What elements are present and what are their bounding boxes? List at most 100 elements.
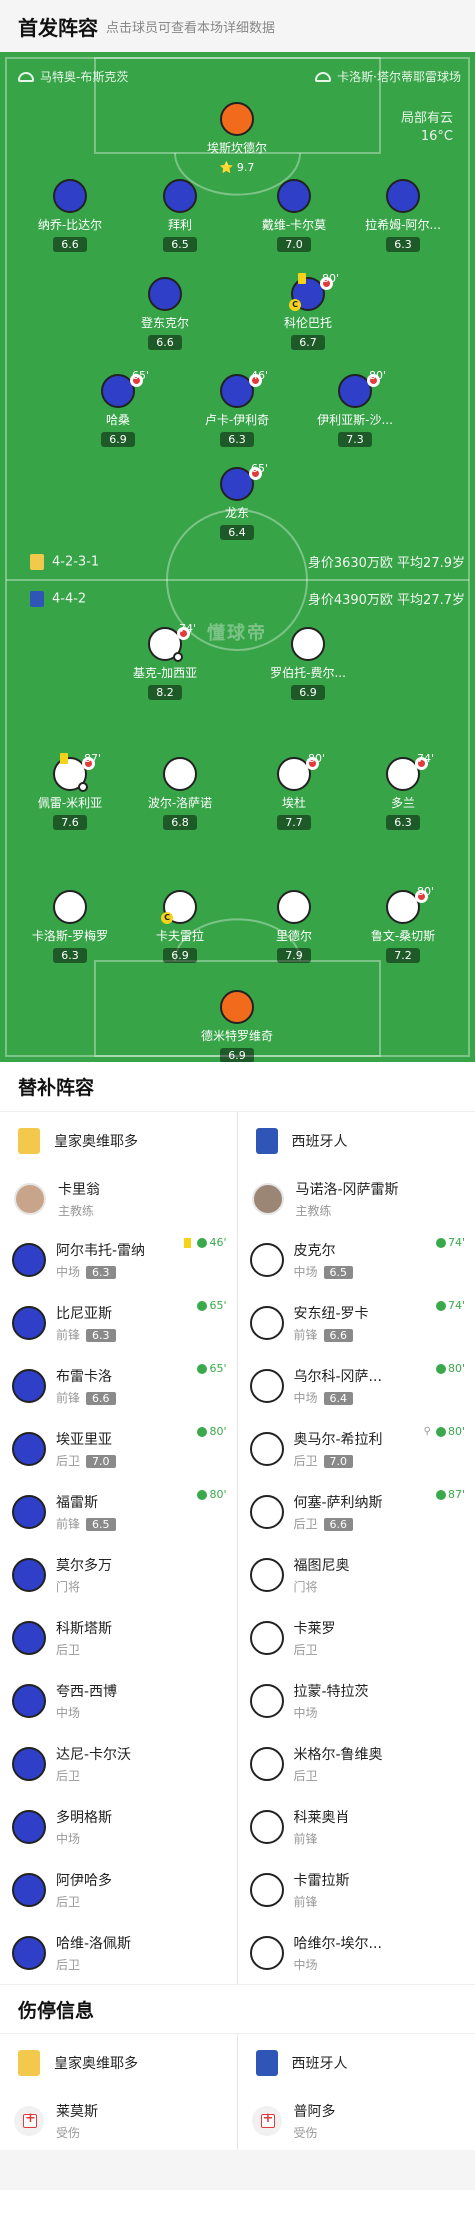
player-away-7[interactable]: C 卡夫雷拉 6.9: [120, 890, 240, 963]
sub-player-row[interactable]: 多明格斯 中场: [0, 1795, 237, 1858]
player-away-6[interactable]: 卡洛斯-罗梅罗 6.3: [10, 890, 130, 963]
player-name: 哈桑: [105, 413, 130, 427]
player-home-2[interactable]: 拜利 6.5: [120, 179, 240, 252]
sub-player-row[interactable]: 哈维尔-埃尔... 中场: [238, 1921, 475, 1984]
sub-player-row[interactable]: 拉蒙-特拉茨 中场: [238, 1669, 475, 1732]
player-home-1[interactable]: 纳乔-比达尔 6.6: [10, 179, 130, 252]
player-away-4[interactable]: 80' 埃杜 7.7: [234, 752, 354, 830]
coach-avatar: [14, 1183, 46, 1215]
sub-player-row[interactable]: 卡莱罗 后卫: [238, 1606, 475, 1669]
sub-player-row[interactable]: 达尼-卡尔沃 后卫: [0, 1732, 237, 1795]
player-name: 龙东: [224, 506, 249, 520]
injured-player-name: 莱莫斯: [56, 2104, 98, 2120]
player-home-4[interactable]: 拉希姆-阿尔... 6.3: [343, 179, 463, 252]
sub-player-row[interactable]: 乌尔科-冈萨... 中场 6.4 80': [238, 1354, 475, 1417]
away-team-name: 西班牙人: [291, 1134, 348, 1150]
sub-player-row[interactable]: 哈维-洛佩斯 后卫: [0, 1921, 237, 1984]
home-team-row[interactable]: 皇家奥维耶多: [0, 1112, 237, 1170]
player-away-8[interactable]: 里德尔 7.9: [234, 890, 354, 963]
player-away-1[interactable]: 罗伯托-费尔... 6.9: [248, 627, 368, 700]
sub-player-name: 乌尔科-冈萨...: [293, 1368, 382, 1385]
sub-player-row[interactable]: 科斯塔斯 后卫: [0, 1606, 237, 1669]
player-home-5[interactable]: 登东克尔 6.6: [105, 277, 225, 350]
injury-item[interactable]: 莱莫斯 受伤: [0, 2092, 237, 2150]
sub-player-row[interactable]: 莫尔多万 门将: [0, 1543, 237, 1606]
sub-player-row[interactable]: 阿尔韦托-雷纳 中场 6.3 46': [0, 1228, 237, 1291]
player-away-2[interactable]: 87' 佩雷-米利亚 7.6: [10, 752, 130, 830]
sub-player-row[interactable]: 阿伊哈多 后卫: [0, 1858, 237, 1921]
player-home-3[interactable]: 戴维-卡尔莫 7.0: [234, 179, 354, 252]
player-home-10[interactable]: 65' 龙东 6.4: [177, 462, 297, 540]
player-kit: [249, 1242, 284, 1277]
sub-player-position: 前锋: [293, 1327, 318, 1342]
sub-player-name: 科斯塔斯: [56, 1620, 112, 1637]
sub-player-position: 后卫: [56, 1894, 81, 1909]
sub-minute: 46': [251, 369, 269, 382]
sub-player-rating: 6.5: [86, 1517, 116, 1531]
sub-player-position: 前锋: [56, 1327, 81, 1342]
sub-player-position: 后卫: [293, 1516, 318, 1531]
away-coach[interactable]: 马诺洛-冈萨雷斯 主教练: [238, 1170, 475, 1228]
sub-player-info: 科莱奥肖 前锋: [294, 1807, 350, 1847]
sub-in-indicator: ⚲ 80': [424, 1425, 465, 1438]
player-away-10[interactable]: 德米特罗维奇 6.9: [177, 990, 297, 1062]
player-home-6[interactable]: C 80' 科伦巴托 6.7: [248, 272, 368, 350]
sub-player-row[interactable]: 何塞-萨利纳斯 后卫 6.6 87': [238, 1480, 475, 1543]
away-formation-row: 4-4-2 身价4390万欧 平均27.7岁: [30, 589, 465, 608]
sub-player-position: 门将: [56, 1579, 81, 1594]
sub-player-row[interactable]: 埃亚里亚 后卫 7.0 80': [0, 1417, 237, 1480]
player-kit: [12, 1872, 46, 1907]
sub-in-icon: [197, 1363, 208, 1374]
player-away-0[interactable]: 74' 基克-加西亚 8.2: [105, 622, 225, 700]
sub-player-info: 米格尔-鲁维奥 后卫: [294, 1744, 383, 1784]
player-name: 埃斯坎德尔: [206, 141, 267, 155]
sub-player-info: 福雷斯 前锋 6.5: [56, 1492, 116, 1532]
player-name: 埃杜: [281, 796, 306, 810]
player-kit: [163, 757, 197, 791]
sub-player-row[interactable]: 卡雷拉斯 前锋: [238, 1858, 475, 1921]
away-team-row[interactable]: 西班牙人: [238, 1112, 475, 1170]
sub-in-icon: [197, 1237, 208, 1248]
player-kit: [249, 1872, 284, 1907]
sub-player-row[interactable]: 安东纽-罗卡 前锋 6.6 74': [238, 1291, 475, 1354]
sub-player-row[interactable]: 福雷斯 前锋 6.5 80': [0, 1480, 237, 1543]
sub-player-name: 拉蒙-特拉茨: [293, 1683, 369, 1700]
sub-player-name: 何塞-萨利纳斯: [293, 1494, 383, 1511]
sub-player-name: 奥马尔-希拉利: [293, 1431, 383, 1448]
sub-player-row[interactable]: 夸西-西博 中场: [0, 1669, 237, 1732]
sub-player-name: 布雷卡洛: [56, 1368, 112, 1385]
player-home-7[interactable]: 65' 哈桑 6.9: [58, 369, 178, 447]
player-kit: [12, 1368, 46, 1403]
sub-minute: 80': [322, 272, 340, 285]
player-rating: 7.6: [53, 815, 87, 830]
player-away-9[interactable]: 80' 鲁文-桑切斯 7.2: [343, 885, 463, 963]
injury-item[interactable]: 普阿多 受伤: [238, 2092, 475, 2150]
player-name: 纳乔-比达尔: [37, 218, 103, 232]
player-name: 登东克尔: [140, 316, 189, 330]
home-coach[interactable]: 卡里翁 主教练: [0, 1170, 237, 1228]
sub-player-info: 乌尔科-冈萨... 中场 6.4: [294, 1366, 382, 1406]
sub-in-icon: [435, 1363, 446, 1374]
player-away-3[interactable]: 波尔-洛萨诺 6.8: [120, 757, 240, 830]
player-home-8[interactable]: 46' 卢卡-伊利奇 6.3: [177, 369, 297, 447]
sub-player-row[interactable]: 奥马尔-希拉利 后卫 7.0 ⚲ 80': [238, 1417, 475, 1480]
player-home-9[interactable]: 80' 伊利亚斯-沙... 7.3: [295, 369, 415, 447]
player-rating: 6.3: [386, 237, 420, 252]
player-name: 伊利亚斯-沙...: [317, 413, 393, 427]
sub-player-position: 后卫: [56, 1453, 81, 1468]
player-away-5[interactable]: 74' 多兰 6.3: [343, 752, 463, 830]
sub-player-row[interactable]: 皮克尔 中场 6.5 74': [238, 1228, 475, 1291]
sub-in-icon: [197, 1300, 208, 1311]
player-home-0[interactable]: 埃斯坎德尔 ⭐ 9.7: [177, 102, 297, 175]
injury-status: 受伤: [293, 2126, 318, 2140]
sub-in-indicator: 80': [197, 1488, 227, 1501]
sub-player-row[interactable]: 比尼亚斯 前锋 6.3 65': [0, 1291, 237, 1354]
player-kit: [220, 990, 254, 1024]
sub-player-row[interactable]: 科莱奥肖 前锋: [238, 1795, 475, 1858]
sub-player-row[interactable]: 布雷卡洛 前锋 6.6 65': [0, 1354, 237, 1417]
sub-player-row[interactable]: 米格尔-鲁维奥 后卫: [238, 1732, 475, 1795]
sub-player-row[interactable]: 福图尼奥 门将: [238, 1543, 475, 1606]
player-name: 多兰: [390, 796, 415, 810]
goal-icon: [78, 782, 88, 792]
sub-player-info: 夸西-西博 中场: [56, 1681, 117, 1721]
